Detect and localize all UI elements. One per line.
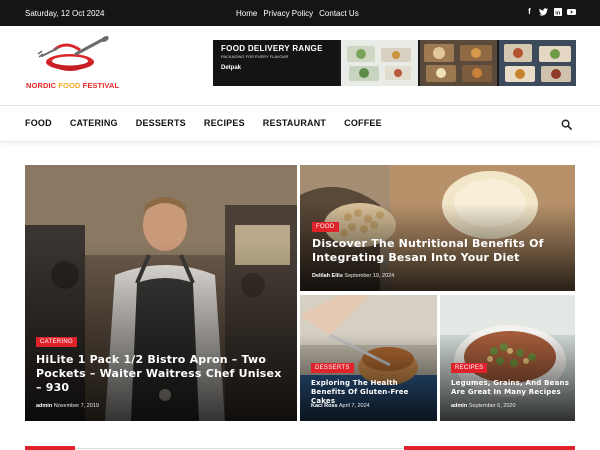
banner-images — [339, 40, 576, 86]
logo-word-festival: FESTIVAL — [82, 81, 120, 90]
post-author[interactable]: Kaci Ross — [311, 403, 338, 409]
banner-brand: Detpak — [221, 65, 242, 71]
nav-item-recipes[interactable]: RECIPES — [204, 118, 245, 128]
post-date: September 6, 2020 — [468, 403, 516, 409]
post-title[interactable]: HiLite 1 Pack 1/2 Bistro Apron – Two Poc… — [36, 353, 286, 394]
post-date: November 7, 2019 — [53, 403, 99, 409]
post-author[interactable]: admin — [451, 403, 467, 409]
youtube-icon[interactable] — [567, 7, 576, 16]
nav-menu: FOOD CATERING DESSERTS RECIPES RESTAURAN… — [25, 118, 400, 128]
twitter-icon[interactable] — [539, 7, 548, 16]
post-meta: Delilah Ellis September 19, 2024 — [312, 273, 394, 279]
post-category-badge[interactable]: DESSERTS — [311, 363, 354, 373]
top-link-privacy-policy[interactable]: Privacy Policy — [263, 9, 313, 18]
post-category-badge[interactable]: CATERING — [36, 337, 77, 347]
logo-word-nordic: NORDIC — [26, 81, 57, 90]
post-category-badge[interactable]: FOOD — [312, 222, 339, 232]
featured-post-main[interactable]: CATERING HiLite 1 Pack 1/2 Bistro Apron … — [25, 165, 297, 421]
top-link-contact-us[interactable]: Contact Us — [319, 9, 359, 18]
banner-food-image-2 — [420, 40, 497, 86]
featured-post-besan[interactable]: FOOD Discover The Nutritional Benefits O… — [300, 165, 575, 291]
site-logo[interactable]: NORDIC FOOD FESTIVAL — [26, 34, 130, 94]
nav-item-food[interactable]: FOOD — [25, 118, 52, 128]
top-link-home[interactable]: Home — [236, 9, 257, 18]
nav-item-coffee[interactable]: COFFEE — [344, 118, 382, 128]
banner-title: FOOD DELIVERY RANGE — [221, 44, 323, 53]
main-navigation: FOOD CATERING DESSERTS RECIPES RESTAURAN… — [0, 106, 600, 142]
site-header: NORDIC FOOD FESTIVAL FOOD DELIVERY RANGE… — [0, 26, 600, 106]
banner-text-panel: FOOD DELIVERY RANGE PACKAGING FOR EVERY … — [213, 40, 339, 86]
post-category-badge[interactable]: RECIPES — [451, 363, 488, 373]
post-author[interactable]: admin — [36, 403, 52, 409]
post-title[interactable]: Exploring The Health Benefits Of Gluten-… — [311, 379, 433, 405]
top-links: Home Privacy Policy Contact Us — [236, 9, 359, 18]
post-date: September 19, 2024 — [344, 273, 395, 279]
banner-subtitle: PACKAGING FOR EVERY FLAVOUR — [221, 54, 289, 59]
banner-food-image-1 — [341, 40, 418, 86]
nav-item-desserts[interactable]: DESSERTS — [136, 118, 186, 128]
social-links: f in — [525, 7, 576, 16]
top-bar: Saturday, 12 Oct 2024 Home Privacy Polic… — [0, 0, 600, 26]
post-title[interactable]: Legumes, Grains, And Beans Are Great In … — [451, 379, 571, 397]
post-author[interactable]: Delilah Ellis — [312, 273, 343, 279]
facebook-icon[interactable]: f — [525, 7, 534, 16]
post-title[interactable]: Discover The Nutritional Benefits Of Int… — [312, 237, 562, 265]
advertisement-banner[interactable]: FOOD DELIVERY RANGE PACKAGING FOR EVERY … — [213, 40, 576, 86]
logo-word-food: FOOD — [58, 81, 81, 90]
nav-item-restaurant[interactable]: RESTAURANT — [263, 118, 326, 128]
nav-item-catering[interactable]: CATERING — [70, 118, 118, 128]
logo-bowl-graphic — [37, 36, 109, 71]
featured-post-gluten-free[interactable]: DESSERTS Exploring The Health Benefits O… — [300, 295, 437, 421]
linkedin-icon[interactable]: in — [553, 7, 562, 16]
banner-food-image-3 — [499, 40, 576, 86]
post-meta: admin September 6, 2020 — [451, 403, 516, 409]
post-date: April 7, 2024 — [338, 403, 370, 409]
search-icon[interactable] — [561, 119, 572, 130]
svg-text:in: in — [555, 10, 561, 16]
logo-wordmark: NORDIC FOOD FESTIVAL — [26, 81, 119, 90]
featured-post-legumes[interactable]: RECIPES Legumes, Grains, And Beans Are G… — [440, 295, 575, 421]
section-heading-accent-left — [25, 446, 75, 450]
section-heading-accent-right — [404, 446, 575, 450]
current-date: Saturday, 12 Oct 2024 — [25, 9, 105, 18]
post-meta: admin November 7, 2019 — [36, 403, 99, 409]
post-meta: Kaci Ross April 7, 2024 — [311, 403, 370, 409]
